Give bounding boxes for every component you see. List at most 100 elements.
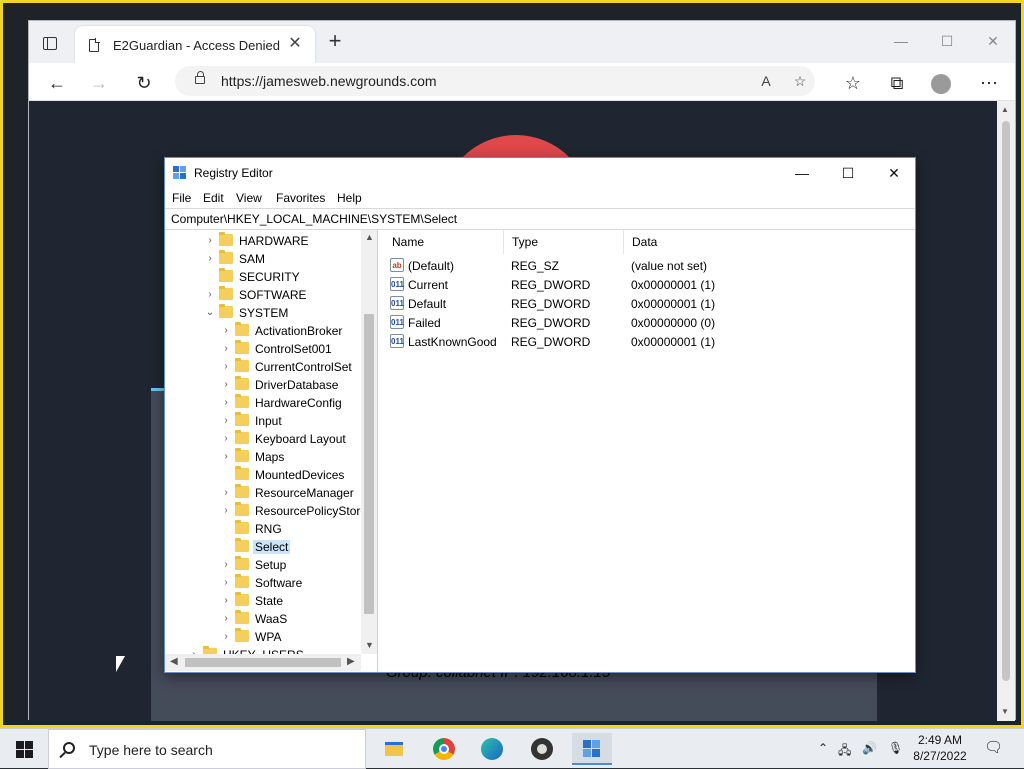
- regedit-minimize-button[interactable]: —: [779, 158, 825, 188]
- url-text[interactable]: https://jamesweb.newgrounds.com: [221, 73, 437, 89]
- page-scrollbar[interactable]: ▲ ▼: [997, 101, 1015, 721]
- regedit-titlebar[interactable]: Registry Editor — ☐ ✕: [165, 158, 915, 188]
- expand-chevron-icon[interactable]: ›: [221, 448, 231, 466]
- menu-file[interactable]: File: [172, 191, 191, 205]
- expand-chevron-icon[interactable]: ›: [221, 430, 231, 448]
- refresh-button[interactable]: ↻: [130, 69, 158, 97]
- tree-item[interactable]: › Keyboard Layout: [165, 430, 361, 448]
- address-bar[interactable]: https://jamesweb.newgrounds.com A ☆: [175, 66, 815, 96]
- value-row[interactable]: ab (Default) REG_SZ (value not set): [384, 256, 914, 275]
- tree-scroll-right-icon[interactable]: ▶: [347, 656, 355, 667]
- tree-item[interactable]: › DriverDatabase: [165, 376, 361, 394]
- expand-chevron-icon[interactable]: ›: [221, 556, 231, 574]
- regedit-close-button[interactable]: ✕: [871, 158, 917, 188]
- tree-scroll-left-icon[interactable]: ◀: [170, 656, 178, 667]
- volume-icon[interactable]: 🔊: [862, 741, 877, 755]
- tree-item[interactable]: › Software: [165, 574, 361, 592]
- network-icon[interactable]: 🖧: [838, 741, 851, 762]
- add-favorite-icon[interactable]: ☆: [789, 70, 811, 92]
- edge-icon[interactable]: [472, 733, 512, 765]
- expand-chevron-icon[interactable]: ›: [221, 628, 231, 646]
- tree-scroll-thumb[interactable]: [364, 314, 374, 614]
- expand-chevron-icon[interactable]: ›: [221, 412, 231, 430]
- value-row[interactable]: 011 Default REG_DWORD 0x00000001 (1): [384, 294, 914, 313]
- expand-chevron-icon[interactable]: ›: [205, 286, 215, 304]
- expand-chevron-icon[interactable]: ›: [221, 610, 231, 628]
- expand-chevron-icon[interactable]: ›: [221, 502, 231, 520]
- tree-item[interactable]: ⌄ SYSTEM: [165, 304, 361, 322]
- expand-chevron-icon[interactable]: ›: [221, 592, 231, 610]
- file-explorer-icon[interactable]: [374, 733, 414, 765]
- microphone-icon[interactable]: 🎙: [888, 741, 903, 755]
- column-name[interactable]: Name: [384, 230, 504, 254]
- tree-item[interactable]: › HARDWARE: [165, 232, 361, 250]
- read-aloud-icon[interactable]: A: [755, 70, 777, 92]
- scroll-up-icon[interactable]: ▲: [1001, 105, 1009, 114]
- expand-chevron-icon[interactable]: ›: [221, 376, 231, 394]
- tab-close-icon[interactable]: ✕: [285, 34, 305, 54]
- clock[interactable]: 2:49 AM 8/27/2022: [908, 732, 972, 764]
- lock-icon[interactable]: [195, 71, 205, 84]
- expand-chevron-icon[interactable]: ›: [221, 574, 231, 592]
- value-row[interactable]: 011 Current REG_DWORD 0x00000001 (1): [384, 275, 914, 294]
- regedit-maximize-button[interactable]: ☐: [825, 158, 871, 188]
- notifications-icon[interactable]: 🗨: [984, 738, 1003, 756]
- tree-scroll-down-icon[interactable]: ▼: [365, 640, 374, 650]
- tree-item[interactable]: › ResourcePolicyStore: [165, 502, 367, 520]
- tree-hscroll-thumb[interactable]: [185, 658, 341, 667]
- tray-chevron-icon[interactable]: ⌃: [818, 741, 828, 755]
- tree-item[interactable]: › SOFTWARE: [165, 286, 361, 304]
- tree-item[interactable]: › Input: [165, 412, 361, 430]
- browser-tab[interactable]: E2Guardian - Access Denied ✕: [75, 26, 315, 63]
- tree-item[interactable]: › State: [165, 592, 361, 610]
- regedit-taskbar-icon[interactable]: [572, 733, 612, 765]
- tree-item[interactable]: › SAM: [165, 250, 361, 268]
- expand-chevron-icon[interactable]: ›: [221, 358, 231, 376]
- tree-item[interactable]: MountedDevices: [165, 466, 361, 484]
- tree-item[interactable]: › ActivationBroker: [165, 322, 361, 340]
- tree-item[interactable]: › CurrentControlSet: [165, 358, 361, 376]
- forward-button[interactable]: →: [85, 69, 113, 97]
- tree-horizontal-scrollbar[interactable]: ◀ ▶: [165, 654, 361, 671]
- tab-actions-icon[interactable]: [43, 37, 57, 50]
- chrome-icon[interactable]: [424, 733, 464, 765]
- expand-chevron-icon[interactable]: ›: [221, 340, 231, 358]
- expand-chevron-icon[interactable]: ›: [205, 250, 215, 268]
- menu-help[interactable]: Help: [337, 191, 362, 205]
- tree-item[interactable]: › Setup: [165, 556, 361, 574]
- scroll-down-icon[interactable]: ▼: [1001, 707, 1009, 716]
- tree-vertical-scrollbar[interactable]: ▲ ▼: [361, 230, 377, 654]
- expand-chevron-icon[interactable]: ›: [221, 322, 231, 340]
- column-type[interactable]: Type: [504, 230, 624, 254]
- menu-view[interactable]: View: [236, 191, 262, 205]
- tree-item[interactable]: RNG: [165, 520, 361, 538]
- collections-icon[interactable]: ⧉: [883, 69, 911, 97]
- tree-item[interactable]: › ResourceManager: [165, 484, 361, 502]
- favorites-icon[interactable]: ☆: [839, 69, 867, 97]
- maximize-button[interactable]: ☐: [927, 27, 967, 55]
- collapse-chevron-icon[interactable]: ⌄: [205, 304, 215, 322]
- more-menu-icon[interactable]: ⋯: [975, 69, 1003, 97]
- tree-item[interactable]: › WaaS: [165, 610, 361, 628]
- tree-item[interactable]: › HardwareConfig: [165, 394, 361, 412]
- tree-item[interactable]: › WPA: [165, 628, 361, 646]
- taskbar-search[interactable]: Type here to search: [48, 729, 366, 769]
- tree-item[interactable]: › ControlSet001: [165, 340, 361, 358]
- search-placeholder[interactable]: Type here to search: [89, 742, 213, 758]
- back-button[interactable]: ←: [43, 69, 71, 97]
- expand-chevron-icon[interactable]: ›: [221, 484, 231, 502]
- minimize-button[interactable]: —: [881, 27, 921, 55]
- menu-favorites[interactable]: Favorites: [276, 191, 325, 205]
- close-button[interactable]: ✕: [973, 27, 1013, 55]
- scroll-thumb[interactable]: [1002, 121, 1010, 681]
- expand-chevron-icon[interactable]: ›: [205, 232, 215, 250]
- value-row[interactable]: 011 Failed REG_DWORD 0x00000000 (0): [384, 313, 914, 332]
- expand-chevron-icon[interactable]: ›: [221, 394, 231, 412]
- tree-scroll-up-icon[interactable]: ▲: [365, 232, 374, 242]
- tree-item[interactable]: Select: [165, 538, 361, 556]
- value-row[interactable]: 011 LastKnownGood REG_DWORD 0x00000001 (1): [384, 332, 914, 351]
- tree-item[interactable]: SECURITY: [165, 268, 361, 286]
- new-tab-button[interactable]: +: [323, 29, 347, 53]
- menu-edit[interactable]: Edit: [203, 191, 224, 205]
- profile-avatar[interactable]: [927, 69, 955, 97]
